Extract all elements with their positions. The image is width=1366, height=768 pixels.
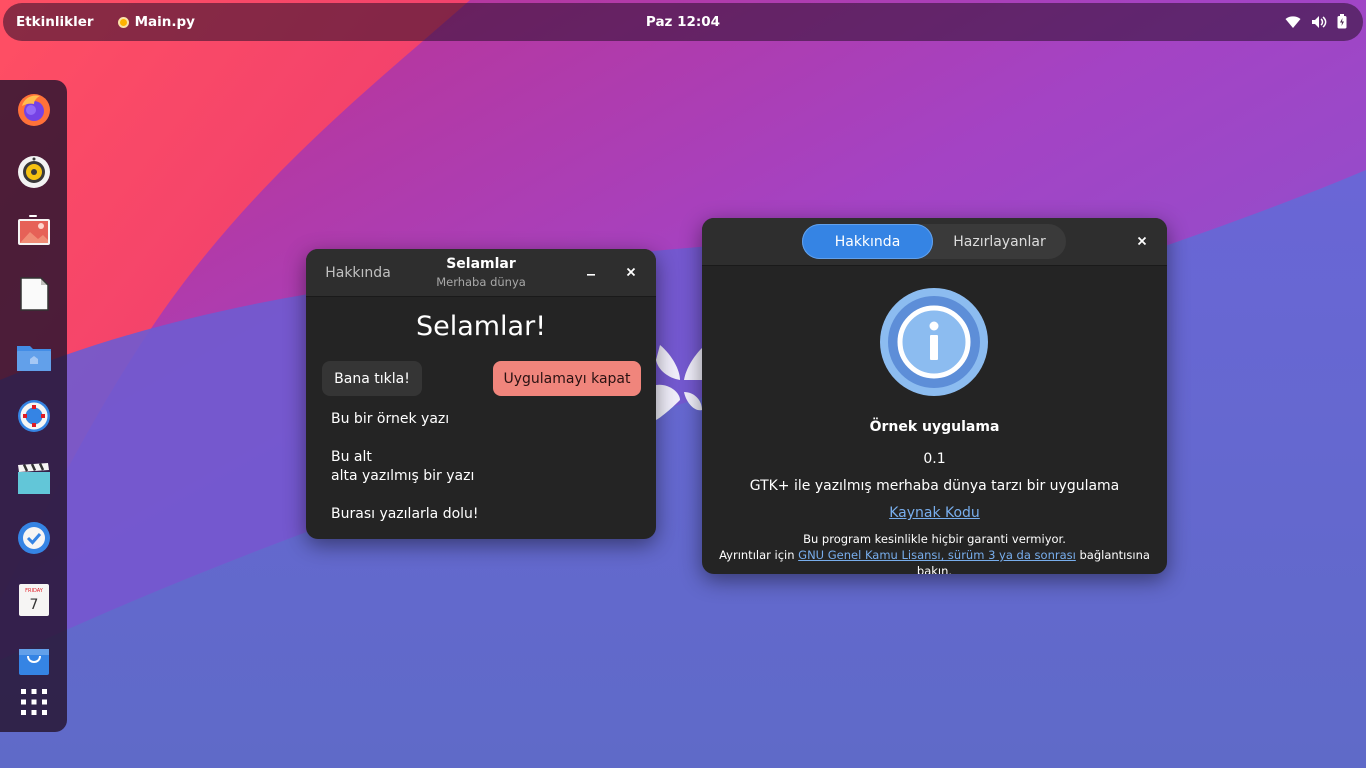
app-name: Örnek uygulama bbox=[869, 419, 1000, 435]
info-icon bbox=[880, 288, 988, 396]
rhythmbox-icon[interactable] bbox=[16, 154, 52, 190]
header-bar: Hakkında Selamlar Merhaba dünya bbox=[306, 249, 656, 297]
warranty-line: Bu program kesinlikle hiçbir garanti ver… bbox=[803, 532, 1066, 546]
minimize-button[interactable] bbox=[579, 261, 603, 285]
sample-text: Bu bir örnek yazı bbox=[331, 411, 450, 427]
window-subtitle: Merhaba dünya bbox=[436, 275, 526, 289]
top-bar: Etkinlikler Main.py Paz 12:04 bbox=[3, 3, 1363, 41]
software-icon[interactable] bbox=[16, 642, 52, 678]
video-icon[interactable] bbox=[16, 460, 52, 496]
clock[interactable]: Paz 12:04 bbox=[3, 14, 1363, 30]
app-description: GTK+ ile yazılmış merhaba dünya tarzı bi… bbox=[749, 478, 1120, 494]
image-viewer-icon[interactable] bbox=[16, 214, 52, 250]
quit-app-button[interactable]: Uygulamayı kapat bbox=[493, 361, 641, 396]
minimize-icon bbox=[586, 265, 596, 281]
source-code-link[interactable]: Kaynak Kodu bbox=[889, 505, 980, 521]
activities-button[interactable]: Etkinlikler bbox=[16, 14, 94, 30]
calendar-icon[interactable]: FRIDAY 7 bbox=[16, 582, 52, 618]
filler-text: Burası yazılarla dolu! bbox=[331, 506, 479, 522]
text-editor-icon[interactable] bbox=[16, 276, 52, 312]
about-close-button[interactable] bbox=[1130, 230, 1154, 254]
license-text: Bu program kesinlikle hiçbir garanti ver… bbox=[702, 531, 1167, 574]
about-header-bar: Hakkında Hazırlayanlar bbox=[702, 218, 1167, 266]
about-dialog: Hakkında Hazırlayanlar Örnek uygulama 0.… bbox=[702, 218, 1167, 574]
close-icon bbox=[1137, 235, 1147, 250]
app-version: 0.1 bbox=[923, 451, 946, 467]
close-button[interactable] bbox=[619, 261, 643, 285]
source-code-link-row: Kaynak Kodu bbox=[702, 505, 1167, 521]
wifi-icon bbox=[1285, 15, 1301, 29]
click-me-button[interactable]: Bana tıkla! bbox=[322, 361, 422, 396]
view-switcher: Hakkında Hazırlayanlar bbox=[802, 224, 1066, 259]
close-icon bbox=[626, 266, 636, 281]
license-line: Ayrıntılar için GNU Genel Kamu Lisansı, … bbox=[702, 547, 1167, 574]
greeting-heading: Selamlar! bbox=[415, 311, 547, 342]
files-icon[interactable] bbox=[16, 338, 52, 374]
todo-icon[interactable] bbox=[16, 520, 52, 556]
dock: FRIDAY 7 bbox=[0, 80, 67, 732]
license-link[interactable]: GNU Genel Kamu Lisansı, sürüm 3 ya da so… bbox=[798, 548, 1076, 562]
system-tray[interactable] bbox=[1285, 14, 1347, 29]
app-menu[interactable]: Main.py bbox=[117, 14, 195, 30]
tab-credits[interactable]: Hazırlayanlar bbox=[933, 224, 1066, 259]
multiline-text-1: Bu alt bbox=[331, 449, 372, 465]
firefox-icon[interactable] bbox=[16, 92, 52, 128]
app-icon bbox=[117, 16, 129, 28]
battery-icon bbox=[1337, 14, 1347, 29]
tab-about[interactable]: Hakkında bbox=[802, 224, 933, 259]
license-prefix: Ayrıntılar için bbox=[719, 548, 799, 562]
volume-icon bbox=[1311, 15, 1327, 29]
calendar-day: FRIDAY bbox=[25, 588, 44, 594]
app-menu-label: Main.py bbox=[134, 14, 195, 30]
app-grid-icon[interactable] bbox=[16, 684, 52, 720]
calendar-date: 7 bbox=[30, 597, 39, 613]
help-icon[interactable] bbox=[16, 398, 52, 434]
multiline-text-2: alta yazılmış bir yazı bbox=[331, 468, 475, 484]
main-window: Hakkında Selamlar Merhaba dünya Selamlar… bbox=[306, 249, 656, 539]
window-title: Selamlar bbox=[446, 256, 516, 272]
